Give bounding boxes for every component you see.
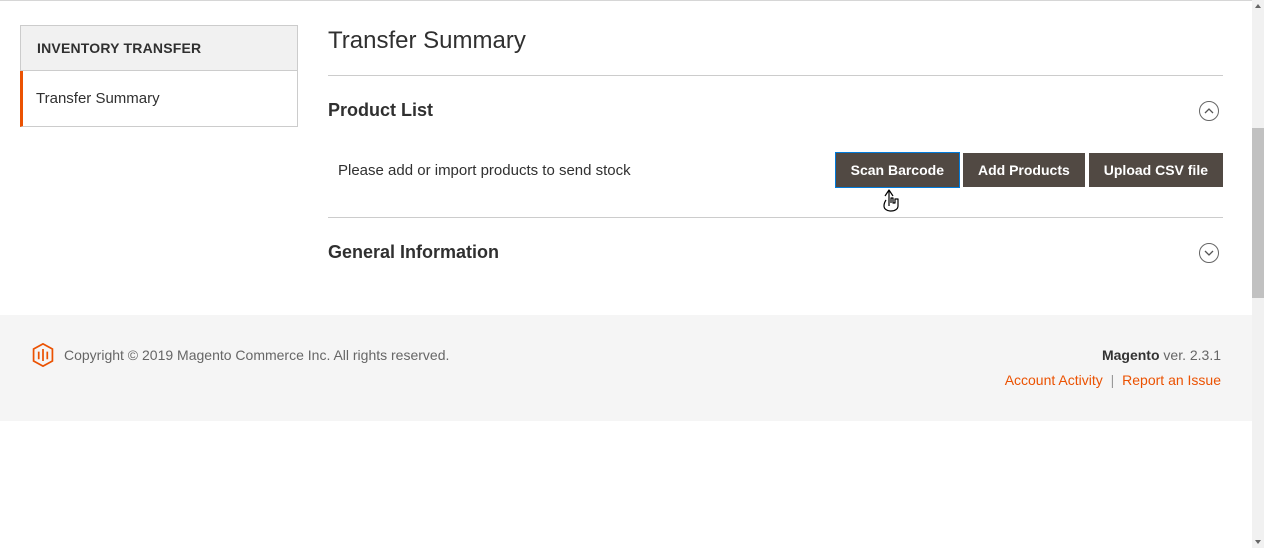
product-list-body: Please add or import products to send st… bbox=[328, 143, 1223, 217]
sidebar: INVENTORY TRANSFER Transfer Summary bbox=[20, 25, 298, 285]
footer-links: Account Activity | Report an Issue bbox=[1005, 368, 1221, 393]
version-info: Magento ver. 2.3.1 bbox=[1005, 343, 1221, 368]
scrollbar[interactable] bbox=[1252, 0, 1264, 548]
sidebar-item-transfer-summary[interactable]: Transfer Summary bbox=[20, 71, 298, 127]
scan-barcode-button[interactable]: Scan Barcode bbox=[836, 153, 959, 187]
chevron-up-icon[interactable] bbox=[1199, 101, 1219, 121]
version-brand: Magento bbox=[1102, 347, 1160, 363]
product-list-hint: Please add or import products to send st… bbox=[338, 162, 631, 179]
scroll-up-button[interactable] bbox=[1252, 0, 1264, 12]
section-header-general-information[interactable]: General Information bbox=[328, 218, 1223, 285]
footer-separator: | bbox=[1111, 372, 1115, 388]
version-number: ver. 2.3.1 bbox=[1160, 347, 1221, 363]
section-general-information: General Information bbox=[328, 217, 1223, 285]
chevron-down-icon[interactable] bbox=[1199, 243, 1219, 263]
footer-right: Magento ver. 2.3.1 Account Activity | Re… bbox=[1005, 343, 1221, 393]
copyright-text: Copyright © 2019 Magento Commerce Inc. A… bbox=[64, 347, 449, 363]
product-list-buttons: Scan Barcode Add Products Upload CSV fil… bbox=[836, 153, 1223, 187]
main-container: INVENTORY TRANSFER Transfer Summary Tran… bbox=[0, 1, 1253, 315]
section-title-general-information: General Information bbox=[328, 242, 499, 263]
magento-logo-icon bbox=[32, 343, 54, 367]
section-title-product-list: Product List bbox=[328, 100, 433, 121]
add-products-button[interactable]: Add Products bbox=[963, 153, 1085, 187]
scroll-down-button[interactable] bbox=[1252, 536, 1264, 548]
upload-csv-button[interactable]: Upload CSV file bbox=[1089, 153, 1223, 187]
section-product-list: Product List Please add or import produc… bbox=[328, 75, 1223, 217]
sidebar-header: INVENTORY TRANSFER bbox=[20, 25, 298, 71]
page-title: Transfer Summary bbox=[328, 27, 1223, 55]
footer-left: Copyright © 2019 Magento Commerce Inc. A… bbox=[32, 343, 449, 367]
section-header-product-list[interactable]: Product List bbox=[328, 76, 1223, 143]
report-issue-link[interactable]: Report an Issue bbox=[1122, 372, 1221, 388]
account-activity-link[interactable]: Account Activity bbox=[1005, 372, 1103, 388]
scroll-thumb[interactable] bbox=[1252, 128, 1264, 298]
main-content: Transfer Summary Product List Please add… bbox=[328, 25, 1233, 285]
sidebar-item-label: Transfer Summary bbox=[36, 90, 160, 107]
footer: Copyright © 2019 Magento Commerce Inc. A… bbox=[0, 315, 1253, 421]
